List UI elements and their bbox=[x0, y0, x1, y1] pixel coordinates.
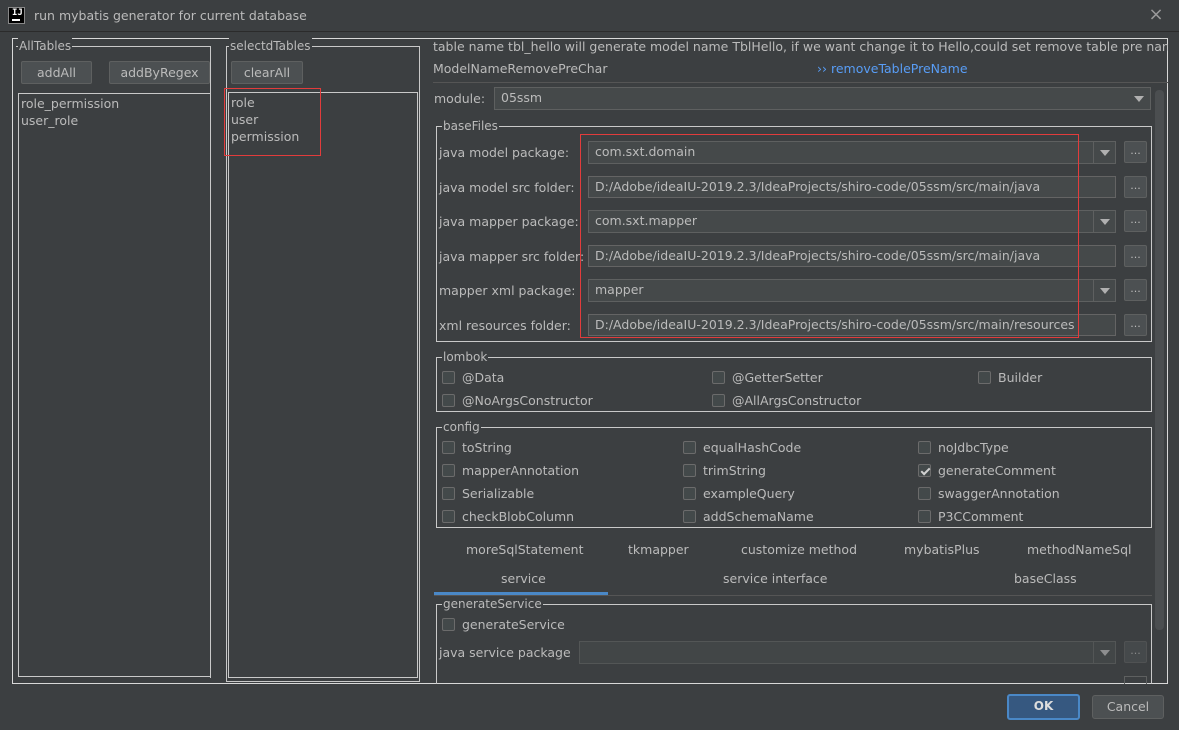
mapper-annotation-checkbox[interactable] bbox=[442, 464, 455, 477]
java-service-package-select[interactable] bbox=[579, 641, 1116, 664]
lombok-getter-setter-label: @GetterSetter bbox=[732, 370, 823, 385]
vertical-scrollbar[interactable] bbox=[1155, 90, 1164, 630]
example-query-label: exampleQuery bbox=[703, 486, 795, 501]
to-string-checkbox[interactable] bbox=[442, 441, 455, 454]
generate-service-checkbox[interactable] bbox=[442, 618, 455, 631]
tab-customize-method[interactable]: customize method bbox=[741, 542, 857, 557]
browse-button[interactable]: ... bbox=[1124, 176, 1147, 198]
browse-button[interactable]: ... bbox=[1124, 245, 1147, 267]
clear-all-button[interactable]: clearAll bbox=[231, 61, 303, 84]
selected-tables-legend: selectdTables bbox=[229, 38, 312, 54]
java-mapper-src-folder-label: java mapper src folder: bbox=[439, 249, 585, 264]
browse-button[interactable]: ... bbox=[1124, 210, 1147, 232]
link-prefix: ›› bbox=[817, 61, 827, 76]
chevron-down-icon bbox=[1093, 642, 1115, 663]
list-item[interactable]: role_permission bbox=[21, 96, 119, 111]
module-value: 05ssm bbox=[501, 90, 543, 105]
no-jdbc-type-label: noJdbcType bbox=[938, 440, 1009, 455]
ok-button[interactable]: OK bbox=[1007, 694, 1080, 720]
tab-service[interactable]: service bbox=[501, 571, 546, 586]
tab-method-name-sql[interactable]: methodNameSql bbox=[1027, 542, 1132, 557]
generate-service-label: generateService bbox=[462, 617, 565, 632]
trim-string-checkbox[interactable] bbox=[683, 464, 696, 477]
model-name-remove-pre-char-label: ModelNameRemovePreChar bbox=[433, 61, 608, 76]
java-model-package-label: java model package: bbox=[439, 145, 570, 160]
check-blob-column-label: checkBlobColumn bbox=[462, 509, 575, 524]
generate-comment-checkbox[interactable] bbox=[918, 464, 931, 477]
lombok-builder-label: Builder bbox=[998, 370, 1043, 385]
example-query-checkbox[interactable] bbox=[683, 487, 696, 500]
chevron-down-icon bbox=[1093, 211, 1115, 232]
remove-table-pre-name-link[interactable]: ›› removeTablePreName bbox=[817, 61, 968, 76]
mapper-xml-package-label: mapper xml package: bbox=[439, 283, 576, 298]
browse-button[interactable]: ... bbox=[1124, 641, 1147, 663]
generate-comment-label: generateComment bbox=[938, 463, 1056, 478]
window-title: run mybatis generator for current databa… bbox=[34, 8, 307, 23]
browse-button[interactable]: ... bbox=[1124, 141, 1147, 163]
add-schema-name-checkbox[interactable] bbox=[683, 510, 696, 523]
chevron-down-icon bbox=[1128, 88, 1150, 109]
java-model-src-folder-label: java model src folder: bbox=[439, 180, 575, 195]
lombok-all-args-label: @AllArgsConstructor bbox=[732, 393, 862, 408]
base-files-legend: baseFiles bbox=[442, 118, 499, 134]
lombok-legend: lombok bbox=[442, 349, 489, 365]
tab-mybatis-plus[interactable]: mybatisPlus bbox=[904, 542, 980, 557]
lombok-builder-checkbox[interactable] bbox=[978, 371, 991, 384]
swagger-annotation-checkbox[interactable] bbox=[918, 487, 931, 500]
equal-hash-code-label: equalHashCode bbox=[703, 440, 802, 455]
base-files-highlight bbox=[580, 134, 1079, 338]
check-blob-column-checkbox[interactable] bbox=[442, 510, 455, 523]
info-text: table name tbl_hello will generate model… bbox=[433, 39, 1168, 54]
add-all-button[interactable]: addAll bbox=[21, 61, 92, 84]
tab-base-class[interactable]: baseClass bbox=[1014, 571, 1077, 586]
add-schema-name-label: addSchemaName bbox=[703, 509, 814, 524]
selected-tables-list[interactable]: role user permission bbox=[228, 92, 418, 678]
all-tables-list[interactable]: role_permission user_role bbox=[18, 93, 211, 677]
tab-tkmapper[interactable]: tkmapper bbox=[628, 542, 689, 557]
browse-button[interactable]: ... bbox=[1124, 314, 1147, 336]
mapper-annotation-label: mapperAnnotation bbox=[462, 463, 580, 478]
module-label: module: bbox=[434, 91, 486, 106]
chevron-down-icon bbox=[1093, 280, 1115, 301]
close-icon[interactable]: × bbox=[1146, 5, 1166, 25]
serializable-label: Serializable bbox=[462, 486, 535, 501]
java-service-package-label: java service package bbox=[439, 645, 571, 660]
intellij-icon: IJ bbox=[8, 7, 25, 24]
cancel-button[interactable]: Cancel bbox=[1092, 695, 1164, 719]
generate-service-legend: generateService bbox=[442, 596, 543, 612]
p3c-comment-checkbox[interactable] bbox=[918, 510, 931, 523]
lombok-no-args-label: @NoArgsConstructor bbox=[462, 393, 593, 408]
all-tables-legend: AllTables bbox=[18, 38, 73, 54]
serializable-checkbox[interactable] bbox=[442, 487, 455, 500]
equal-hash-code-checkbox[interactable] bbox=[683, 441, 696, 454]
java-mapper-package-label: java mapper package: bbox=[439, 214, 579, 229]
lombok-data-checkbox[interactable] bbox=[442, 371, 455, 384]
list-item[interactable]: user_role bbox=[21, 113, 78, 128]
lombok-no-args-checkbox[interactable] bbox=[442, 394, 455, 407]
lombok-all-args-checkbox[interactable] bbox=[712, 394, 725, 407]
to-string-label: toString bbox=[462, 440, 512, 455]
trim-string-label: trimString bbox=[703, 463, 766, 478]
tab-service-interface[interactable]: service interface bbox=[723, 571, 828, 586]
add-by-regex-button[interactable]: addByRegex bbox=[109, 61, 210, 84]
p3c-comment-label: P3CComment bbox=[938, 509, 1024, 524]
swagger-annotation-label: swaggerAnnotation bbox=[938, 486, 1060, 501]
selected-tables-highlight bbox=[224, 88, 321, 156]
browse-button[interactable]: ... bbox=[1124, 279, 1147, 301]
xml-resources-folder-label: xml resources folder: bbox=[439, 318, 571, 333]
lombok-data-label: @Data bbox=[462, 370, 505, 385]
lombok-getter-setter-checkbox[interactable] bbox=[712, 371, 725, 384]
partial-browse-button bbox=[1124, 676, 1147, 684]
divider bbox=[433, 82, 1168, 83]
link-text[interactable]: removeTablePreName bbox=[831, 61, 968, 76]
config-legend: config bbox=[442, 419, 481, 435]
tab-more-sql-statement[interactable]: moreSqlStatement bbox=[466, 542, 584, 557]
no-jdbc-type-checkbox[interactable] bbox=[918, 441, 931, 454]
chevron-down-icon bbox=[1093, 142, 1115, 163]
module-select[interactable]: 05ssm bbox=[494, 87, 1151, 110]
